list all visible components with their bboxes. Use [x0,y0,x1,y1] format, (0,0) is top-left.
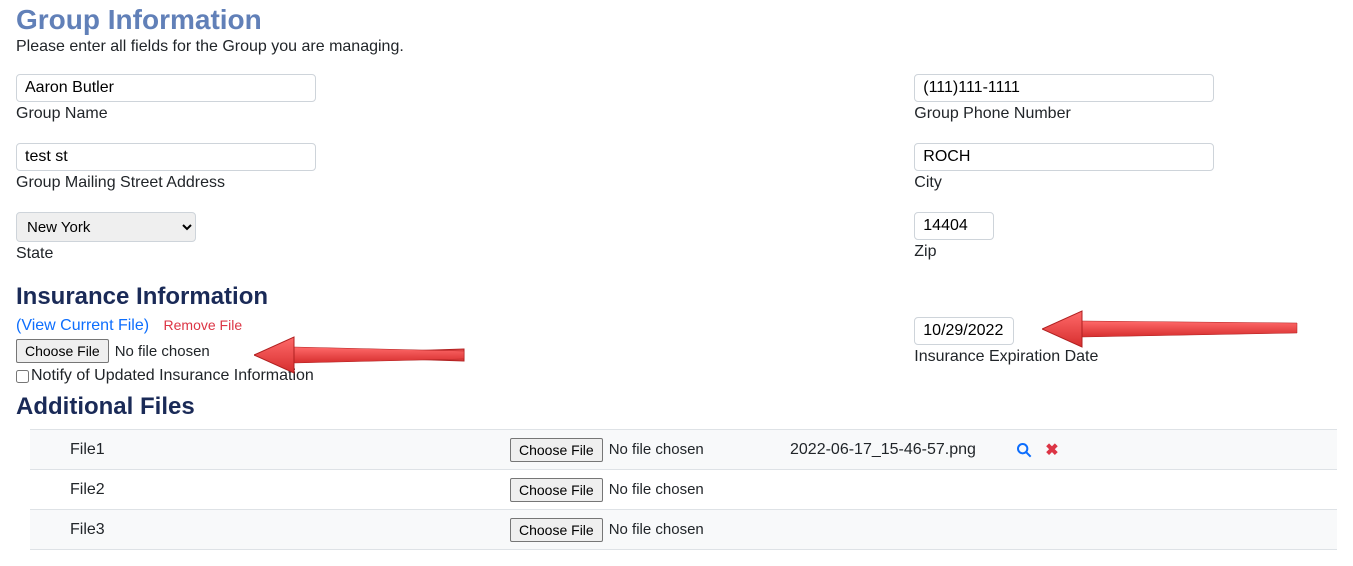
table-row: File1 Choose File No file chosen 2022-06… [30,430,1337,470]
city-input[interactable] [914,143,1214,171]
file-row-label: File3 [30,521,510,539]
insurance-section-title: Insurance Information [16,283,1337,311]
group-phone-input[interactable] [914,74,1214,102]
zip-input[interactable] [914,212,994,240]
table-row: File3 Choose File No file chosen [30,510,1337,550]
street-label: Group Mailing Street Address [16,174,914,192]
uploaded-filename: 2022-06-17_15-46-57.png [790,441,1010,459]
file-row-label: File2 [30,481,510,499]
choose-file-button[interactable]: Choose File [510,478,603,502]
delete-icon[interactable]: ✖ [1042,440,1062,460]
expiration-date-input[interactable] [914,317,1014,345]
state-label: State [16,245,914,263]
expiration-date-label: Insurance Expiration Date [914,348,1337,366]
remove-file-link[interactable]: Remove File [164,317,243,333]
zip-label: Zip [914,243,1337,261]
choose-file-button[interactable]: Choose File [510,438,603,462]
notify-checkbox[interactable] [16,370,29,383]
insurance-choose-file-button[interactable]: Choose File [16,339,109,363]
group-name-input[interactable] [16,74,316,102]
group-name-label: Group Name [16,105,914,123]
view-current-file-link[interactable]: (View Current File) [16,317,149,334]
search-icon[interactable] [1014,440,1034,460]
choose-file-button[interactable]: Choose File [510,518,603,542]
file-status: No file chosen [609,481,704,498]
file-status: No file chosen [609,441,704,458]
state-select[interactable]: New York [16,212,196,242]
file-status: No file chosen [609,521,704,538]
additional-files-title: Additional Files [16,393,1337,421]
page-title: Group Information [16,4,1337,36]
street-input[interactable] [16,143,316,171]
group-phone-label: Group Phone Number [914,105,1337,123]
insurance-file-status: No file chosen [115,343,210,360]
additional-files-table: File1 Choose File No file chosen 2022-06… [30,429,1337,550]
table-row: File2 Choose File No file chosen [30,470,1337,510]
notify-label: Notify of Updated Insurance Information [31,367,314,385]
page-subtitle: Please enter all fields for the Group yo… [16,38,1337,56]
city-label: City [914,174,1337,192]
file-row-label: File1 [30,441,510,459]
